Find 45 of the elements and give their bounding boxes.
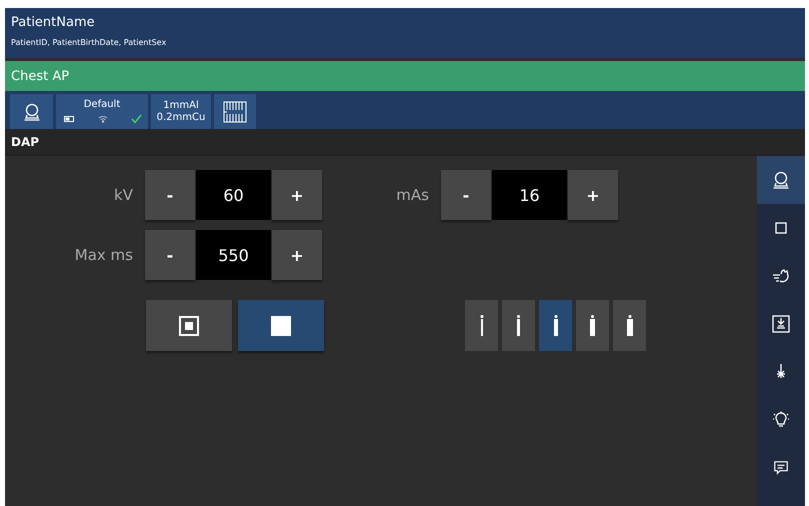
value-display: 550 <box>196 230 271 280</box>
decrease-button[interactable]: - <box>145 230 195 280</box>
decrease-button[interactable]: - <box>441 170 491 220</box>
parameter-label: Max ms <box>74 246 133 264</box>
field-size-button[interactable] <box>238 300 324 351</box>
tube-tile[interactable] <box>10 94 53 129</box>
x-ray-tube-icon <box>772 171 790 189</box>
body-size-button[interactable] <box>502 300 535 351</box>
large-field-icon <box>271 316 291 336</box>
patient-details: PatientID, PatientBirthDate, PatientSex <box>11 38 166 47</box>
person-icon <box>626 315 634 336</box>
person-icon <box>589 315 596 336</box>
filter-tile[interactable]: 1mmAl 0.2mmCu <box>151 94 211 129</box>
detector-label: Default <box>82 99 122 110</box>
patient-name: PatientName <box>11 15 95 30</box>
decrease-button[interactable]: - <box>145 170 195 220</box>
dap-label: DAP <box>11 134 40 148</box>
body-size-button[interactable] <box>576 300 609 351</box>
field-size-button[interactable] <box>146 300 232 351</box>
increase-button[interactable]: + <box>272 170 322 220</box>
battery-icon <box>64 116 75 122</box>
light-bulb-icon <box>772 411 790 429</box>
person-icon <box>516 315 521 336</box>
side-menu-item[interactable] <box>757 156 805 204</box>
wifi-icon <box>98 115 108 123</box>
person-icon <box>480 315 484 336</box>
person-icon <box>552 315 558 336</box>
increase-button[interactable]: + <box>272 230 322 280</box>
grid-icon <box>223 100 247 122</box>
detector-tile[interactable]: Default <box>56 94 148 129</box>
filter-value: 0.2mmCu <box>156 112 206 124</box>
parameter-label: kV <box>114 186 133 204</box>
filter-value: 1mmAl <box>163 100 199 112</box>
value-display: 60 <box>196 170 271 220</box>
message-icon <box>773 460 789 476</box>
body-size-button[interactable] <box>613 300 646 351</box>
small-field-icon <box>179 316 199 336</box>
body-size-button[interactable] <box>539 300 572 351</box>
parameter-label: mAs <box>396 186 429 204</box>
increase-button[interactable]: + <box>568 170 618 220</box>
protocol-title: Chest AP <box>11 68 70 84</box>
body-size-button[interactable] <box>465 300 498 351</box>
x-ray-tube-icon <box>22 102 40 120</box>
value-display: 16 <box>492 170 567 220</box>
grid-tile[interactable] <box>214 94 256 129</box>
